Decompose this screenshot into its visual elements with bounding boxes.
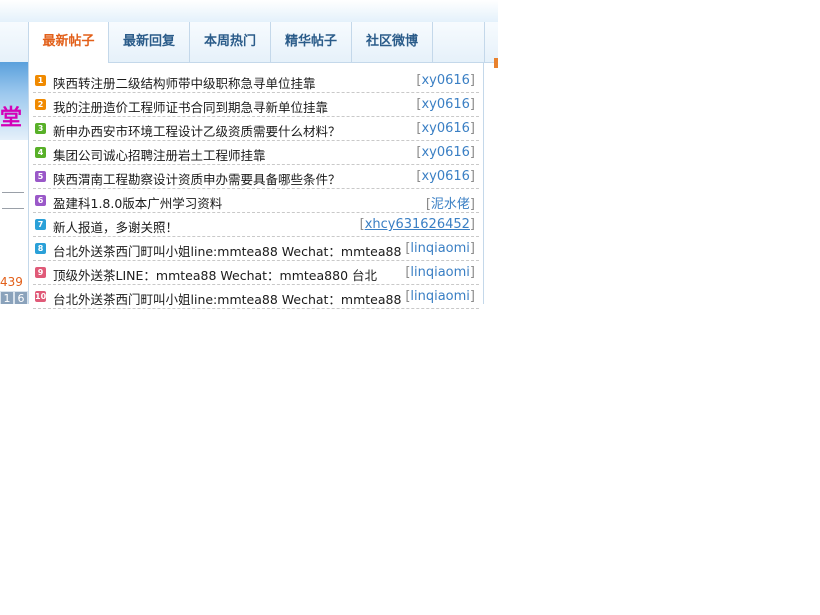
list-item: 1 陕西转注册二级结构师带中级职称急寻单位挂靠 [xy0616] <box>33 70 479 93</box>
post-title-link[interactable]: 台北外送茶西门町叫小姐line:mmtea88 Wechat：mmtea88 <box>53 241 401 260</box>
tab-3[interactable]: 本周热门 <box>190 22 271 62</box>
author-link[interactable]: xy0616 <box>421 97 469 112</box>
left-pager: 1 6 <box>0 291 28 304</box>
top-strip <box>0 0 498 22</box>
bracket: ] <box>469 197 475 212</box>
post-author: [泥水佬] <box>426 193 475 212</box>
post-author: [xy0616] <box>416 145 475 160</box>
author-link[interactable]: linqiaomi <box>410 265 470 280</box>
pager-cell[interactable]: 6 <box>14 291 28 304</box>
author-link[interactable]: linqiaomi <box>410 289 470 304</box>
author-link[interactable]: xy0616 <box>421 145 469 160</box>
list-item: 10 台北外送茶西门町叫小姐line:mmtea88 Wechat：mmtea88… <box>33 286 479 309</box>
list-item: 9 顶级外送茶LINE：mmtea88 Wechat：mmtea880 台北 [li… <box>33 262 479 285</box>
bracket: ] <box>469 241 475 256</box>
post-title-link[interactable]: 盈建科1.8.0版本广州学习资料 <box>53 193 222 212</box>
bracket: ] <box>469 169 475 184</box>
post-author: [xy0616] <box>416 169 475 184</box>
left-number: 439 <box>0 275 23 289</box>
text-line <box>2 208 24 209</box>
tab-4[interactable]: 精华帖子 <box>271 22 352 62</box>
post-title-link[interactable]: 陕西渭南工程勘察设计资质申办需要具备哪些条件？ <box>53 169 341 188</box>
bracket: ] <box>469 217 475 232</box>
rank-icon: 5 <box>35 171 46 182</box>
orange-marker <box>494 58 498 68</box>
post-author: [xhcy631626452] <box>360 217 475 232</box>
tab-bar-divider <box>484 22 485 62</box>
rank-icon: 6 <box>35 195 46 206</box>
rank-icon: 1 <box>35 75 46 86</box>
post-title-link[interactable]: 顶级外送茶LINE：mmtea88 Wechat：mmtea880 台北 <box>53 265 377 284</box>
post-title-link[interactable]: 我的注册造价工程师证书合同到期急寻新单位挂靠 <box>53 97 328 116</box>
bracket: ] <box>469 289 475 304</box>
post-author: [xy0616] <box>416 73 475 88</box>
pager-cell[interactable]: 1 <box>0 291 14 304</box>
banner-image[interactable]: 堂 <box>0 62 28 140</box>
list-item: 6 盈建科1.8.0版本广州学习资料 [泥水佬] <box>33 190 479 213</box>
list-item: 7 新人报道，多谢关照！ [xhcy631626452] <box>33 214 479 237</box>
tab-2[interactable]: 最新回复 <box>109 22 190 62</box>
bracket: ] <box>469 121 475 136</box>
post-list: 1 陕西转注册二级结构师带中级职称急寻单位挂靠 [xy0616] 2 我的注册造价工程师… <box>33 70 479 310</box>
post-author: [linqiaomi] <box>405 265 475 280</box>
bracket: ] <box>469 265 475 280</box>
list-item: 2 我的注册造价工程师证书合同到期急寻新单位挂靠 [xy0616] <box>33 94 479 117</box>
bracket: ] <box>469 97 475 112</box>
tab-bar-left-edge <box>0 22 29 62</box>
post-author: [linqiaomi] <box>405 241 475 256</box>
bracket: ] <box>469 73 475 88</box>
post-author: [xy0616] <box>416 121 475 136</box>
post-author: [linqiaomi] <box>405 289 475 304</box>
post-title-link[interactable]: 集团公司诚心招聘注册岩土工程师挂靠 <box>53 145 266 164</box>
tab-1[interactable]: 最新帖子 <box>29 22 109 63</box>
tab-5[interactable]: 社区微博 <box>352 22 433 62</box>
post-title-link[interactable]: 台北外送茶西门町叫小姐line:mmtea88 Wechat：mmtea88 <box>53 289 401 308</box>
tabs: 最新帖子 最新回复 本周热门 精华帖子 社区微博 <box>29 22 433 63</box>
tab-bar: 最新帖子 最新回复 本周热门 精华帖子 社区微博 <box>0 22 498 68</box>
author-link[interactable]: xy0616 <box>421 73 469 88</box>
author-link[interactable]: linqiaomi <box>410 241 470 256</box>
text-line <box>2 192 24 193</box>
list-item: 5 陕西渭南工程勘察设计资质申办需要具备哪些条件？ [xy0616] <box>33 166 479 189</box>
rank-icon: 9 <box>35 267 46 278</box>
left-banner-column: 堂 439 1 6 <box>0 62 29 304</box>
rank-icon: 7 <box>35 219 46 230</box>
post-title-link[interactable]: 陕西转注册二级结构师带中级职称急寻单位挂靠 <box>53 73 316 92</box>
rank-icon: 3 <box>35 123 46 134</box>
post-title-link[interactable]: 新人报道，多谢关照！ <box>53 217 178 236</box>
list-item: 3 新申办西安市环境工程设计乙级资质需要什么材料？ [xy0616] <box>33 118 479 141</box>
rank-icon: 4 <box>35 147 46 158</box>
author-link[interactable]: 泥水佬 <box>431 197 470 212</box>
list-item: 8 台北外送茶西门町叫小姐line:mmtea88 Wechat：mmtea88 [… <box>33 238 479 261</box>
bracket: ] <box>469 145 475 160</box>
rank-icon: 8 <box>35 243 46 254</box>
rank-icon: 2 <box>35 99 46 110</box>
author-link[interactable]: xy0616 <box>421 121 469 136</box>
author-link[interactable]: xy0616 <box>421 169 469 184</box>
post-author: [xy0616] <box>416 97 475 112</box>
post-title-link[interactable]: 新申办西安市环境工程设计乙级资质需要什么材料？ <box>53 121 341 140</box>
author-link[interactable]: xhcy631626452 <box>365 217 470 232</box>
list-item: 4 集团公司诚心招聘注册岩土工程师挂靠 [xy0616] <box>33 142 479 165</box>
rank-icon: 10 <box>35 291 47 302</box>
banner-text-fragment: 堂 <box>0 106 23 131</box>
list-right-border <box>483 62 484 304</box>
